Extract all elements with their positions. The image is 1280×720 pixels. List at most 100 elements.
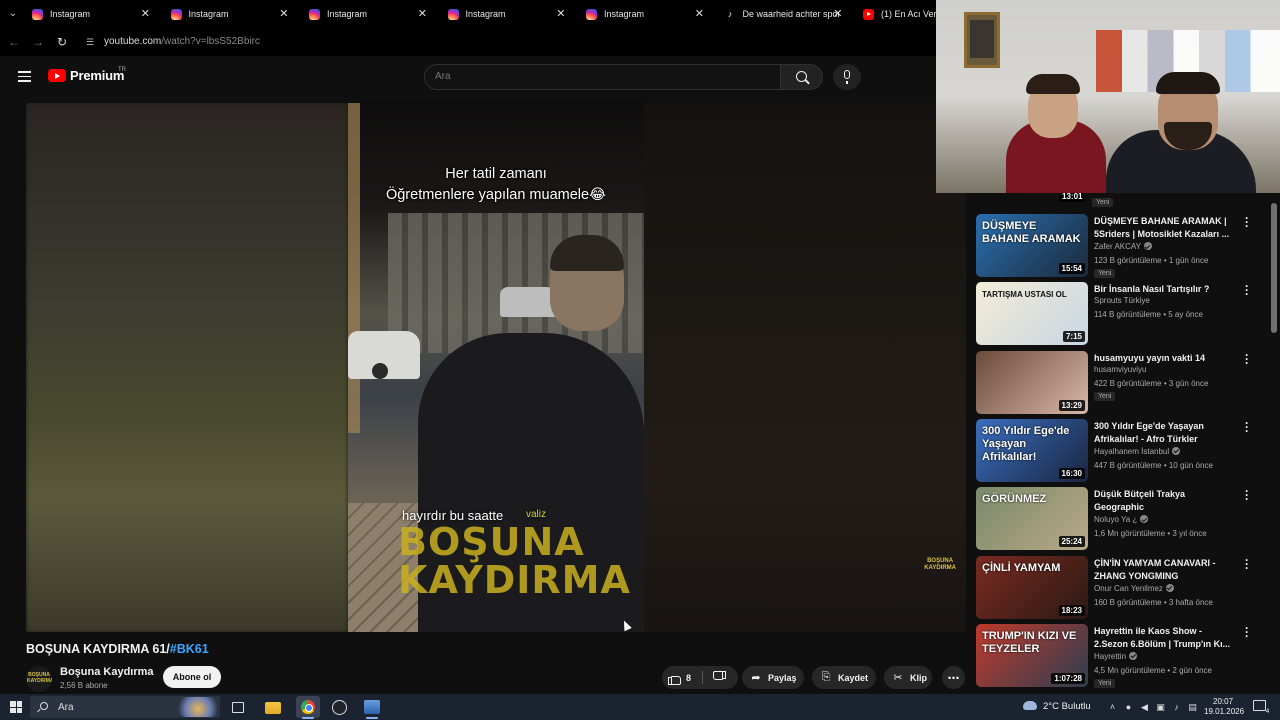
tab-search-chevron-icon[interactable]: ⌄ bbox=[6, 8, 20, 20]
cloud-weather-icon[interactable] bbox=[1023, 701, 1037, 710]
save-label: Kaydet bbox=[838, 672, 869, 683]
more-actions-button[interactable]: ⋯ bbox=[942, 666, 965, 689]
channel-name-link[interactable]: Zafer AKCAY bbox=[1094, 242, 1152, 251]
video-title-link[interactable]: Hayrettin ile Kaos Show - 2.Sezon 6.Bölü… bbox=[1094, 625, 1234, 651]
video-thumbnail[interactable]: TRUMP'IN KIZI VE TEYZELER 1:07:28 bbox=[976, 623, 1088, 687]
tab-close-icon[interactable]: ✕ bbox=[279, 7, 288, 21]
video-thumbnail[interactable]: GÖRÜNMEZ 25:24 bbox=[976, 487, 1088, 551]
recommended-video[interactable]: DÜŞMEYE BAHANE ARAMAK 15:54 DÜŞMEYE BAHANE… bbox=[976, 212, 1266, 278]
clip-button[interactable]: ✂ Klip bbox=[884, 666, 932, 689]
reload-icon[interactable]: ↻ bbox=[54, 34, 70, 50]
language-tray-icon[interactable]: ▤ bbox=[1188, 702, 1197, 712]
more-vertical-icon[interactable]: · · · bbox=[1242, 554, 1252, 574]
video-thumbnail[interactable]: TARTIŞMA USTASI OL 7:15 bbox=[976, 282, 1088, 346]
scrollbar-thumb[interactable] bbox=[1271, 203, 1277, 333]
channel-name-link[interactable]: Sprouts Türkiye bbox=[1094, 296, 1150, 305]
tab-close-icon[interactable]: ✕ bbox=[833, 7, 842, 21]
more-vertical-icon[interactable]: · · · bbox=[1242, 280, 1252, 300]
obs-studio-icon[interactable] bbox=[332, 700, 347, 715]
channel-avatar-text: BOŞUNA KAYDIRMA bbox=[27, 672, 52, 684]
scissors-icon: ✂ bbox=[893, 672, 903, 684]
video-player[interactable]: Her tatil zamanı Öğretmenlere yapılan mu… bbox=[26, 103, 966, 632]
video-thumbnail[interactable]: 300 Yıldır Ege'de Yaşayan Afrikalılar! 16… bbox=[976, 418, 1088, 482]
sidebar-scrollbar[interactable] bbox=[1271, 193, 1277, 693]
app-window-icon[interactable] bbox=[364, 700, 380, 714]
video-thumbnail[interactable]: ÇİNLİ YAMYAM 18:23 bbox=[976, 555, 1088, 619]
recommended-video[interactable]: 300 Yıldır Ege'de Yaşayan Afrikalılar! 16… bbox=[976, 417, 1266, 483]
clock-date[interactable]: 19.01.2026 bbox=[1204, 707, 1244, 716]
youtube-premium-logo[interactable]: Premium bbox=[48, 68, 124, 83]
channel-avatar[interactable]: BOŞUNA KAYDIRMA bbox=[26, 666, 52, 692]
more-vertical-icon[interactable]: · · · bbox=[1242, 622, 1252, 642]
thumbnail-overlay-text: TRUMP'IN KIZI VE TEYZELER bbox=[982, 629, 1077, 655]
search-box[interactable] bbox=[424, 64, 781, 90]
channel-name-text: Noluyo Ya ¿ bbox=[1094, 515, 1138, 525]
video-title-link[interactable]: Bir İnsanla Nasıl Tartışılır ? bbox=[1094, 283, 1234, 296]
voice-search-button[interactable] bbox=[833, 64, 861, 90]
channel-name-link[interactable]: Onur Can Yenilmez bbox=[1094, 583, 1174, 593]
file-explorer-icon[interactable] bbox=[265, 702, 281, 714]
browser-tab[interactable]: Instagram ✕ bbox=[22, 4, 160, 24]
channel-name-link[interactable]: husamviyuviyu bbox=[1094, 365, 1146, 374]
more-vertical-icon[interactable]: · · · bbox=[1242, 485, 1252, 505]
video-view-count-and-age: 114 B görüntüleme • 5 ay önce bbox=[1094, 310, 1203, 320]
volume-tray-icon[interactable]: ♪ bbox=[1172, 702, 1181, 712]
recommended-video[interactable]: 13:29 husamyuyu yayın vakti 14 husamviyuvi… bbox=[976, 349, 1266, 415]
browser-tab[interactable]: ♪ De waarheid achter sport ✕ bbox=[715, 4, 853, 24]
tab-close-icon[interactable]: ✕ bbox=[418, 7, 427, 21]
guide-menu-icon[interactable] bbox=[18, 71, 31, 82]
forward-arrow-icon[interactable]: → bbox=[30, 34, 46, 50]
share-button[interactable]: ➦ Paylaş bbox=[742, 666, 804, 689]
task-view-icon[interactable] bbox=[232, 702, 244, 713]
back-arrow-icon[interactable]: ← bbox=[6, 34, 22, 50]
browser-tab[interactable]: Instagram ✕ bbox=[438, 4, 576, 24]
video-title-link[interactable]: 300 Yıldır Ege'de Yaşayan Afrikalılar! -… bbox=[1094, 420, 1234, 446]
video-title-link[interactable]: ÇİN'İN YAMYAM CANAVARI - ZHANG YONGMING bbox=[1094, 557, 1234, 583]
browser-tab[interactable]: Instagram ✕ bbox=[299, 4, 437, 24]
video-caption-top-line2: Öğretmenlere yapılan muamele😂 bbox=[385, 187, 607, 203]
video-title-link[interactable]: Düşük Bütçeli Trakya Geographic bbox=[1094, 488, 1234, 514]
site-info-icon[interactable]: ☰ bbox=[86, 37, 96, 47]
recommended-video[interactable]: TARTIŞMA USTASI OL 7:15 Bir İnsanla Nasıl … bbox=[976, 280, 1266, 346]
url-field[interactable]: youtube.com/watch?v=lbsS52Bbirc bbox=[104, 36, 260, 47]
recommended-video[interactable]: GÖRÜNMEZ 25:24 Düşük Bütçeli Trakya Geogra… bbox=[976, 485, 1266, 551]
search-button[interactable] bbox=[781, 64, 823, 90]
tab-close-icon[interactable]: ✕ bbox=[141, 7, 150, 21]
more-vertical-icon[interactable]: · · · bbox=[1242, 212, 1252, 232]
blurred-background-right bbox=[644, 103, 966, 632]
video-thumbnail[interactable]: DÜŞMEYE BAHANE ARAMAK 15:54 bbox=[976, 214, 1088, 277]
save-button[interactable]: ⎘ Kaydet bbox=[812, 666, 876, 689]
recommended-video[interactable]: TRUMP'IN KIZI VE TEYZELER 1:07:28 Hayretti… bbox=[976, 622, 1266, 688]
search-input[interactable] bbox=[435, 71, 755, 82]
video-thumbnail[interactable]: 13:29 bbox=[976, 350, 1088, 414]
more-vertical-icon[interactable]: · · · bbox=[1242, 417, 1252, 437]
channel-name-link[interactable]: Noluyo Ya ¿ bbox=[1094, 515, 1149, 525]
verified-check-icon bbox=[1172, 446, 1181, 455]
speaker-tray-icon[interactable]: ◀ bbox=[1140, 702, 1149, 712]
like-button[interactable]: 8 bbox=[662, 666, 702, 689]
microphone-tray-icon[interactable]: ● bbox=[1124, 702, 1133, 712]
video-hashtag-link[interactable]: #BK61 bbox=[170, 642, 209, 656]
channel-name-link[interactable]: Boşuna Kaydırma bbox=[60, 666, 154, 678]
video-title-link[interactable]: husamyuyu yayın vakti 14 bbox=[1094, 352, 1234, 365]
channel-name-link[interactable]: Hayrettin bbox=[1094, 651, 1138, 661]
tab-close-icon[interactable]: ✕ bbox=[556, 7, 565, 21]
dislike-button[interactable] bbox=[703, 666, 738, 689]
browser-tab[interactable]: Instagram ✕ bbox=[576, 4, 714, 24]
weather-text[interactable]: 2°C Bulutlu bbox=[1043, 701, 1091, 712]
video-title-link[interactable]: DÜŞMEYE BAHANE ARAMAK | 5Sriders | Motos… bbox=[1094, 215, 1234, 241]
tab-close-icon[interactable]: ✕ bbox=[695, 7, 704, 21]
subscribe-button[interactable]: Abone ol bbox=[163, 666, 221, 688]
clock-time[interactable]: 20:07 bbox=[1213, 697, 1233, 706]
search-icon bbox=[796, 71, 807, 82]
browser-tab[interactable]: Instagram ✕ bbox=[161, 4, 299, 24]
chrome-taskbar-button[interactable] bbox=[296, 696, 320, 718]
windows-start-icon[interactable] bbox=[10, 701, 22, 713]
more-vertical-icon[interactable]: · · · bbox=[1242, 349, 1252, 369]
taskbar-search-box[interactable]: Ara bbox=[30, 696, 220, 718]
channel-name-link[interactable]: Hayalhanem İstanbul bbox=[1094, 446, 1181, 456]
network-tray-icon[interactable]: ▣ bbox=[1156, 702, 1165, 712]
youtube-icon bbox=[863, 8, 874, 20]
recommended-video[interactable]: ÇİNLİ YAMYAM 18:23 ÇİN'İN YAMYAM CANAVARI … bbox=[976, 554, 1266, 620]
tray-overflow-chevron-icon[interactable]: ˄ bbox=[1108, 702, 1117, 712]
